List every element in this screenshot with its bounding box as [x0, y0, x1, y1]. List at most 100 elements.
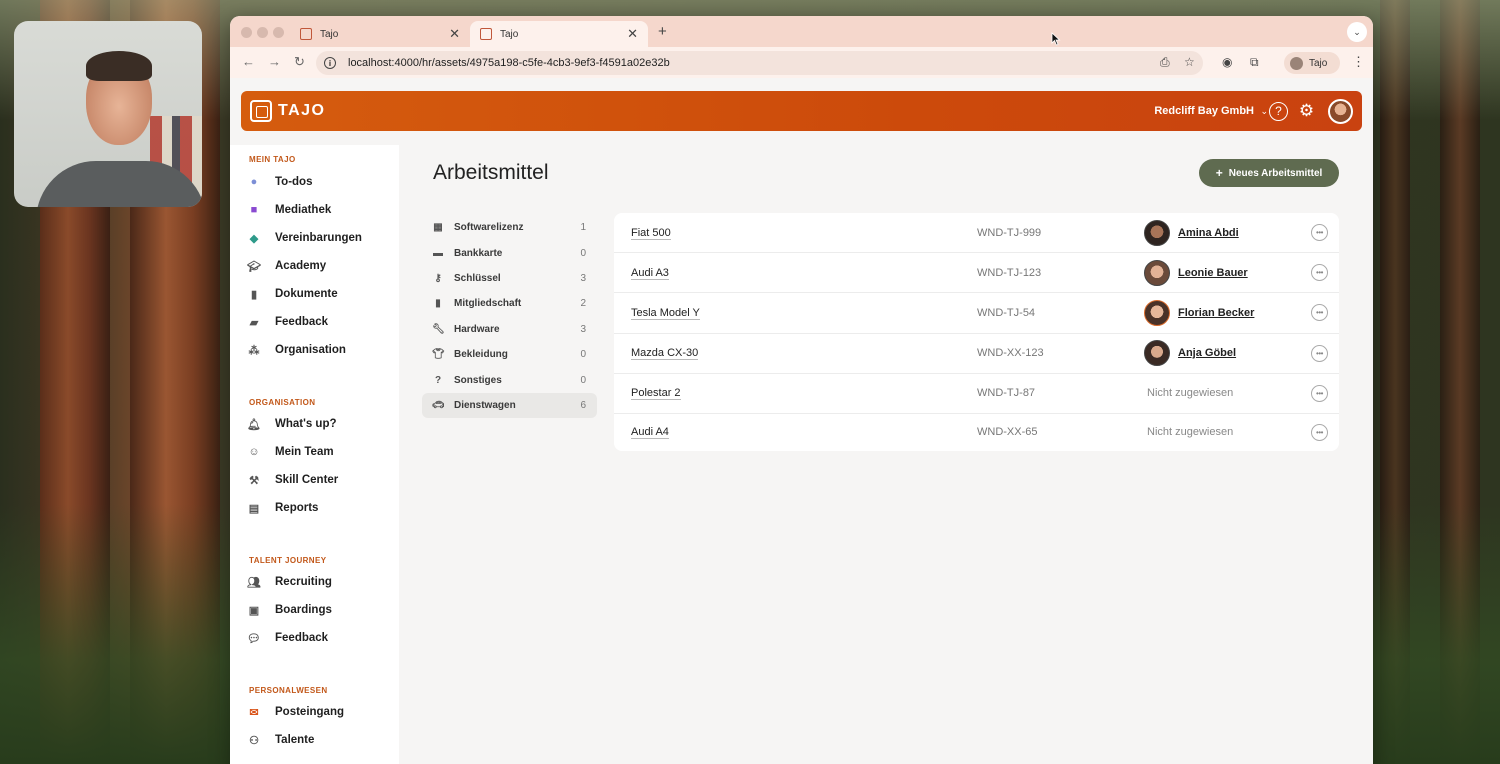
back-arrow-icon[interactable]: ←	[242, 54, 255, 69]
more-options-icon[interactable]: •••	[1311, 344, 1328, 362]
table-row[interactable]: Tesla Model Y WND-TJ-54 Florian Becker •…	[614, 293, 1339, 334]
company-switcher[interactable]: Redcliff Bay GmbH	[1154, 105, 1254, 117]
forward-arrow-icon[interactable]: →	[268, 54, 281, 69]
sidebar-item-feedback-talent[interactable]: 💬︎ Feedback	[247, 628, 328, 648]
sidebar-item-dokumente[interactable]: ▮ Dokumente	[247, 284, 338, 304]
user-avatar[interactable]	[1328, 98, 1353, 124]
category-label: Hardware	[454, 323, 500, 335]
new-tab-icon[interactable]: +	[658, 23, 667, 40]
reload-icon[interactable]: ↻	[294, 54, 305, 70]
profile-chip[interactable]: Tajo	[1284, 52, 1340, 74]
more-options-icon[interactable]: •••	[1311, 423, 1328, 441]
car-icon: 🚗︎	[432, 399, 445, 411]
category-mitgliedschaft[interactable]: ▮ Mitgliedschaft 2	[422, 291, 597, 316]
asset-name[interactable]: Polestar 2	[631, 387, 681, 401]
avatar	[1144, 340, 1170, 367]
chevron-down-icon[interactable]: ⌄	[1260, 106, 1268, 117]
sidebar-item-feedback[interactable]: ▰ Feedback	[247, 312, 328, 332]
section-title: TALENT JOURNEY	[249, 556, 327, 565]
table-row[interactable]: Mazda CX-30 WND-XX-123 Anja Göbel •••	[614, 334, 1339, 374]
password-manager-icon[interactable]: ◉	[1222, 55, 1232, 69]
assignee-name[interactable]: Florian Becker	[1178, 307, 1254, 319]
book-icon: ■	[250, 204, 258, 216]
category-count: 6	[580, 399, 586, 411]
close-icon[interactable]: ✕	[449, 26, 460, 42]
window-minimize-button[interactable]	[257, 27, 268, 38]
category-bekleidung[interactable]: 👕︎ Bekleidung 0	[422, 342, 597, 367]
asset-name[interactable]: Tesla Model Y	[631, 306, 700, 320]
table-row[interactable]: Audi A3 WND-TJ-123 Leonie Bauer •••	[614, 253, 1339, 294]
asset-plate: WND-XX-123	[977, 347, 1044, 360]
more-options-icon[interactable]: •••	[1311, 224, 1328, 242]
assignee[interactable]: Leonie Bauer	[1144, 259, 1248, 286]
category-softwarelizenz[interactable]: ▦ Softwarelizenz 1	[422, 215, 597, 240]
category-count: 1	[580, 222, 586, 234]
extensions-icon[interactable]: ⧉	[1250, 55, 1259, 70]
sidebar-item-mediathek[interactable]: ■ Mediathek	[247, 200, 332, 220]
tab-bar: Tajo ✕ Tajo ✕ + ⌄	[230, 16, 1373, 47]
sidebar-item-talente[interactable]: ⚇ Talente	[247, 730, 314, 750]
smiley-icon: ☺	[248, 446, 260, 458]
install-app-icon[interactable]: ⎙	[1160, 55, 1170, 70]
sidebar-item-boardings[interactable]: ▣ Boardings	[247, 600, 332, 620]
sidebar-item-label: Posteingang	[275, 706, 345, 718]
asset-name[interactable]: Audi A4	[631, 426, 669, 440]
new-asset-button[interactable]: + Neues Arbeitsmittel	[1199, 159, 1339, 187]
tab-title: Tajo	[320, 28, 339, 40]
table-row[interactable]: Polestar 2 WND-TJ-87 Nicht zugewiesen ••…	[614, 374, 1339, 414]
category-bankkarte[interactable]: ▬ Bankkarte 0	[422, 240, 597, 265]
sidebar-item-academy[interactable]: 🎓︎ Academy	[247, 256, 326, 276]
assignee[interactable]: Amina Abdi	[1144, 219, 1239, 246]
browser-tab-active[interactable]: Tajo ✕	[470, 21, 648, 47]
inbox-icon: ✉	[249, 706, 259, 719]
more-menu-icon[interactable]: ⋮	[1352, 54, 1365, 70]
assignee-name[interactable]: Amina Abdi	[1178, 227, 1239, 239]
category-count: 0	[580, 374, 586, 386]
more-options-icon[interactable]: •••	[1311, 384, 1328, 402]
asset-name[interactable]: Audi A3	[631, 266, 669, 280]
category-hardware[interactable]: 🔧︎ Hardware 3	[422, 317, 597, 342]
sidebar-item-mein-team[interactable]: ☺ Mein Team	[247, 442, 333, 462]
sidebar-item-label: Dokumente	[275, 288, 338, 300]
url-field[interactable]: i localhost:4000/hr/assets/4975a198-c5fe…	[316, 51, 1203, 75]
more-options-icon[interactable]: •••	[1311, 304, 1328, 322]
assignee-name[interactable]: Leonie Bauer	[1178, 267, 1248, 279]
sidebar-item-vereinbarungen[interactable]: ◆ Vereinbarungen	[247, 228, 362, 248]
star-icon[interactable]: ☆	[1184, 55, 1195, 69]
sidebar-item-organisation[interactable]: ⁂ Organisation	[247, 340, 346, 360]
more-options-icon[interactable]: •••	[1311, 264, 1328, 282]
asset-plate: WND-TJ-87	[977, 387, 1036, 400]
asset-name[interactable]: Mazda CX-30	[631, 347, 699, 361]
graduation-cap-icon: 🎓︎	[247, 260, 261, 273]
help-icon[interactable]: ?	[1269, 101, 1288, 121]
unassigned-label: Nicht zugewiesen	[1147, 426, 1234, 439]
assignee-name[interactable]: Anja Göbel	[1178, 347, 1236, 359]
browser-tab[interactable]: Tajo ✕	[290, 21, 470, 47]
table-row[interactable]: Fiat 500 WND-TJ-999 Amina Abdi •••	[614, 213, 1339, 254]
table-row[interactable]: Audi A4 WND-XX-65 Nicht zugewiesen •••	[614, 414, 1339, 451]
app-header: TAJO Redcliff Bay GmbH ⌄ ? ⚙	[241, 91, 1362, 131]
sidebar-item-recruiting[interactable]: 👥︎ Recruiting	[247, 572, 332, 592]
asset-name[interactable]: Fiat 500	[631, 226, 671, 240]
sidebar-item-todos[interactable]: ● To-dos	[247, 172, 313, 192]
category-schluessel[interactable]: ⚷ Schlüssel 3	[422, 266, 597, 291]
window-zoom-button[interactable]	[273, 27, 284, 38]
site-info-icon[interactable]: i	[324, 57, 336, 69]
sidebar-item-posteingang[interactable]: ✉ Posteingang	[247, 702, 344, 722]
tajo-logo[interactable]: TAJO	[250, 100, 325, 122]
category-sonstiges[interactable]: ? Sonstiges 0	[422, 367, 597, 392]
category-dienstwagen[interactable]: 🚗︎ Dienstwagen 6	[422, 392, 597, 419]
sidebar-item-label: To-dos	[275, 176, 313, 188]
close-icon[interactable]: ✕	[627, 26, 638, 42]
category-label: Softwarelizenz	[454, 222, 524, 234]
sidebar-item-whats-up[interactable]: 🔔︎ What's up?	[247, 414, 337, 434]
chevron-down-icon[interactable]: ⌄	[1347, 22, 1367, 42]
sidebar-item-skill-center[interactable]: ⚒ Skill Center	[247, 470, 338, 490]
gear-icon[interactable]: ⚙	[1297, 101, 1316, 121]
window-close-button[interactable]	[241, 27, 252, 38]
category-count: 0	[580, 247, 586, 259]
assignee[interactable]: Anja Göbel	[1144, 340, 1236, 367]
assignee[interactable]: Florian Becker	[1144, 299, 1254, 326]
asset-plate: WND-TJ-123	[977, 266, 1042, 279]
sidebar-item-reports[interactable]: ▤ Reports	[247, 498, 319, 518]
